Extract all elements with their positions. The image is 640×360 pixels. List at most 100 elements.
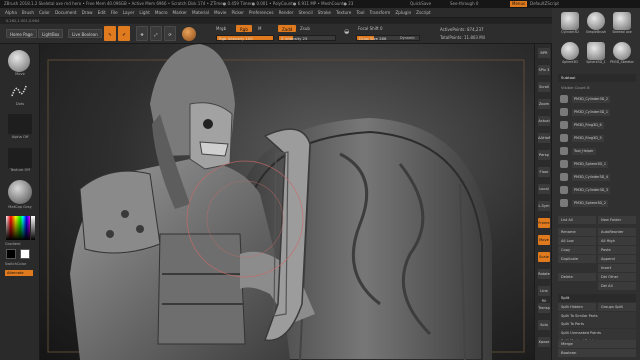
subtool-insert-button[interactable]: Insert	[598, 264, 636, 272]
subtool-append-button[interactable]: Append	[598, 255, 636, 263]
menu-tool[interactable]: Tool	[356, 8, 364, 17]
menu-zplugin[interactable]: Zplugin	[395, 8, 411, 17]
split-hidden-button[interactable]: Split Hidden	[558, 303, 596, 311]
shelf-solo[interactable]: Solo	[538, 320, 550, 330]
new-folder-button[interactable]: New Folder	[598, 216, 636, 224]
material-preview-icon[interactable]	[182, 27, 196, 41]
brush-preview-icon[interactable]	[8, 50, 30, 72]
rotate-button[interactable]: ⟳	[164, 26, 176, 41]
subtool-item[interactable]: PM3D_Cylinder3D_3	[558, 185, 636, 195]
tool-thumbnail[interactable]: PM3D_Skeleton	[610, 42, 634, 70]
merge-section[interactable]: Merge	[558, 340, 636, 348]
split-unmasked-points-button[interactable]: Split Unmasked Points	[558, 328, 636, 337]
subtool-item[interactable]: PM3D_Cylinder3D_2	[558, 94, 636, 104]
shelf-spix-3[interactable]: SPix 3	[538, 65, 550, 75]
dynamic-toggle[interactable]: Dynamic	[400, 36, 415, 40]
scale-button[interactable]: ⤢	[150, 26, 162, 41]
subtool-item[interactable]: PM3D_Sphere3D_2	[558, 198, 636, 208]
3d-viewport[interactable]	[40, 44, 534, 360]
menu-movie[interactable]: Movie	[214, 8, 226, 17]
color-value-strip[interactable]	[31, 216, 35, 240]
menu-draw[interactable]: Draw	[82, 8, 93, 17]
rgb-button[interactable]: Rgb	[236, 25, 252, 32]
shelf-scale[interactable]: Scale	[538, 252, 550, 262]
shelf-scroll[interactable]: Scroll	[538, 82, 550, 92]
shelf-rotate[interactable]: Rotate	[538, 269, 550, 279]
subtool-rename-button[interactable]: Rename	[558, 228, 596, 236]
tool-thumbnail[interactable]: Cylinder3D	[558, 12, 582, 40]
secondary-color-swatch[interactable]	[20, 249, 30, 259]
tool-thumbnail[interactable]: Sphere3D_1	[584, 42, 608, 70]
subtool-item[interactable]: PM3D_Sphere3D_1	[558, 159, 636, 169]
shelf-xpose[interactable]: Xpose	[538, 337, 550, 347]
split-to-similar-parts-button[interactable]: Split To Similar Parts	[558, 311, 636, 320]
subtool-copy-button[interactable]: Copy	[558, 246, 596, 254]
subtool-item[interactable]: PM3D_Ring3D_5	[558, 133, 636, 143]
menu-stroke[interactable]: Stroke	[318, 8, 331, 17]
default-zscript-button[interactable]: DefaultZScript	[528, 1, 561, 7]
material-sphere-icon[interactable]	[8, 180, 32, 204]
groups-split-button[interactable]: Groups Split	[598, 303, 636, 311]
shelf-bpr[interactable]: BPR	[538, 48, 550, 58]
menu-file[interactable]: File	[111, 8, 118, 17]
split-header[interactable]: Split	[558, 294, 636, 302]
boolean-section[interactable]: Boolean	[558, 349, 636, 357]
color-picker[interactable]	[6, 216, 30, 240]
rgb-intensity-slider[interactable]: Rgb Intensity 100	[216, 35, 274, 41]
stroke-preview-icon[interactable]	[10, 82, 28, 100]
menu-color[interactable]: Color	[39, 8, 50, 17]
lightbox-button[interactable]: LightBox	[38, 29, 64, 38]
menu-macro[interactable]: Macro	[155, 8, 168, 17]
split-to-parts-button[interactable]: Split To Parts	[558, 320, 636, 328]
subtool-all-low-button[interactable]: All Low	[558, 237, 596, 245]
subtool-del-all-button[interactable]: Del All	[598, 282, 636, 290]
menu-zscript[interactable]: Zscript	[416, 8, 431, 17]
shelf-line-fill[interactable]: Line Fill	[538, 286, 550, 303]
list-all-button[interactable]: List All	[558, 216, 596, 224]
menu-transform[interactable]: Transform	[369, 8, 390, 17]
menu-light[interactable]: Light	[139, 8, 149, 17]
subtool-all-high-button[interactable]: All High	[598, 237, 636, 245]
shelf-local[interactable]: Local	[538, 184, 550, 194]
texture-preview-icon[interactable]	[8, 148, 32, 168]
menu-stencil[interactable]: Stencil	[298, 8, 312, 17]
menu-texture[interactable]: Texture	[336, 8, 351, 17]
shelf-persp[interactable]: Persp	[538, 150, 550, 160]
home-page-button[interactable]: Home Page	[6, 29, 37, 38]
menu-alpha[interactable]: Alpha	[5, 8, 17, 17]
tool-thumbnail[interactable]: SimpleBrush	[584, 12, 608, 40]
subtool-item[interactable]: PM3D_Cylinder3D_1	[558, 107, 636, 117]
subtool-autoreorder-button[interactable]: AutoReorder	[598, 228, 636, 236]
tool-thumbnail[interactable]: Sphere3D	[558, 42, 582, 70]
shelf-aahalf[interactable]: AAHalf	[538, 133, 550, 143]
shelf-zoom[interactable]: Zoom	[538, 99, 550, 109]
tool-thumbnail[interactable]: Skeletal axe	[610, 12, 634, 40]
shelf-frame[interactable]: Frame	[538, 218, 550, 228]
z-intensity-slider[interactable]: Z Intensity 25	[278, 35, 336, 41]
subtool-del-other-button[interactable]: Del Other	[598, 273, 636, 281]
alpha-preview-icon[interactable]	[8, 114, 32, 134]
subtool-duplicate-button[interactable]: Duplicate	[558, 255, 596, 263]
main-color-swatch[interactable]	[6, 249, 16, 259]
subtool-item[interactable]: PM3D_Cylinder3D_4	[558, 172, 636, 182]
sculpt-canvas[interactable]	[40, 44, 534, 360]
menu-edit[interactable]: Edit	[98, 8, 106, 17]
shelf-transp[interactable]: Transp	[538, 303, 550, 313]
zadd-button[interactable]: Zadd	[278, 25, 297, 32]
shelf-actual[interactable]: Actual	[538, 116, 550, 126]
menu-picker[interactable]: Picker	[231, 8, 243, 17]
shelf-move[interactable]: Move	[538, 235, 550, 245]
menu-document[interactable]: Document	[55, 8, 77, 17]
menu-render[interactable]: Render	[279, 8, 294, 17]
see-through-slider[interactable]: See-through 0	[448, 1, 480, 7]
edit-button[interactable]: ✎	[104, 26, 116, 41]
menu-material[interactable]: Material	[192, 8, 209, 17]
draw-button[interactable]: ✐	[118, 26, 130, 41]
switch-color-button[interactable]: SwitchColor	[0, 262, 40, 266]
quicksave-button[interactable]: QuickSave	[408, 1, 433, 7]
move-button[interactable]: ✥	[136, 26, 148, 41]
shelf-floor[interactable]: Floor	[538, 167, 550, 177]
live-boolean-button[interactable]: Live Boolean	[68, 29, 102, 38]
subtool-item[interactable]: PM3D_Ring3D_6	[558, 120, 636, 130]
menus-button[interactable]: Menus	[510, 1, 528, 7]
